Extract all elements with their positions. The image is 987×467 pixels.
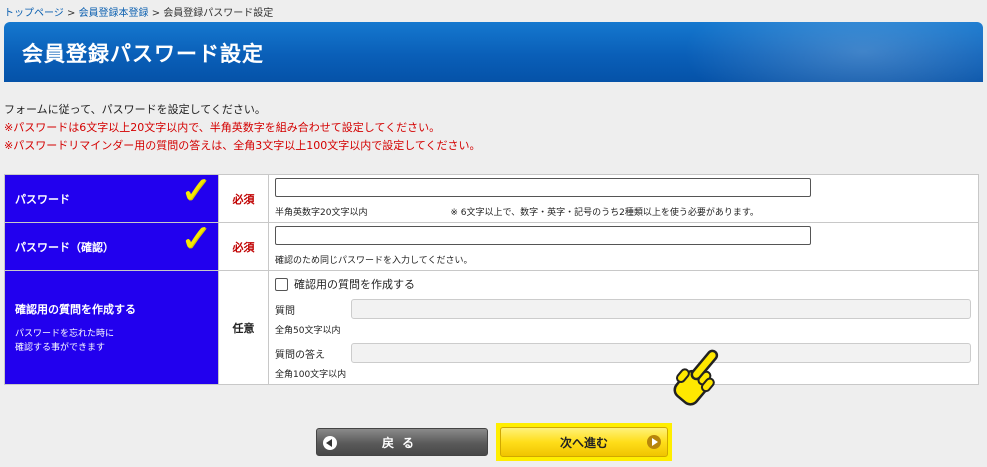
question-row: 質問 (275, 299, 972, 319)
question-checkbox-row[interactable]: 確認用の質問を作成する (275, 276, 972, 292)
page-title: 会員登録パスワード設定 (22, 42, 264, 66)
password-label: パスワード (15, 192, 70, 206)
question-field-label: 質問 (275, 305, 295, 317)
form-row-password-confirm: パスワード（確認） ✓ 必須 確認のため同じパスワードを入力してください。 (4, 219, 979, 271)
question-label-cell: 確認用の質問を作成する パスワードを忘れた時に 確認する事ができます (4, 270, 219, 385)
back-button[interactable]: 戻る (316, 428, 488, 456)
password-confirm-label: パスワード（確認） (15, 240, 114, 254)
password-input-cell: 半角英数字20文字以内 ※ 6文字以上で、数字・英字・記号のうち2種類以上を使う… (268, 174, 979, 223)
password-confirm-label-cell: パスワード（確認） ✓ (4, 219, 219, 271)
next-button-highlight: 次へ進む (496, 423, 672, 461)
intro-text: フォームに従って、パスワードを設定してください。 ※パスワードは6文字以上20文… (4, 101, 481, 155)
checkmark-icon: ✓ (180, 168, 212, 212)
arrow-left-icon (323, 436, 337, 450)
back-button-label: 戻る (381, 435, 422, 450)
pointing-hand-icon (673, 349, 719, 406)
breadcrumb-current: 会員登録パスワード設定 (163, 8, 274, 19)
answer-field-label: 質問の答え (275, 349, 325, 361)
checkmark-icon: ✓ (180, 216, 212, 260)
arrow-right-icon (647, 435, 661, 449)
question-label: 確認用の質問を作成する (15, 302, 136, 316)
password-confirm-required-badge: 必須 (218, 222, 269, 271)
password-input[interactable] (275, 178, 811, 197)
intro-warning-password: ※パスワードは6文字以上20文字以内で、半角英数字を組み合わせて設定してください… (4, 121, 441, 134)
breadcrumb-member-link[interactable]: 会員登録本登録 (79, 8, 149, 19)
question-optional-badge: 任意 (218, 270, 269, 385)
answer-row: 質問の答え (275, 343, 972, 363)
password-confirm-note: 確認のため同じパスワードを入力してください。 (275, 256, 473, 266)
intro-warning-question: ※パスワードリマインダー用の質問の答えは、全角3文字以上100文字以内で設定して… (4, 139, 481, 152)
password-form: パスワード ✓ 必須 半角英数字20文字以内 ※ 6文字以上で、数字・英字・記号… (4, 171, 979, 385)
password-confirm-input-cell: 確認のため同じパスワードを入力してください。 (268, 222, 979, 271)
question-note: 全角50文字以内 (275, 326, 341, 336)
password-note-left: 半角英数字20文字以内 (275, 208, 368, 218)
intro-line-1: フォームに従って、パスワードを設定してください。 (4, 103, 266, 116)
next-button[interactable]: 次へ進む (500, 427, 668, 457)
question-input-cell: 確認用の質問を作成する 質問 全角50文字以内 質問の答え 全角100文字以内 (268, 270, 979, 385)
password-note-right: ※ 6文字以上で、数字・英字・記号のうち2種類以上を使う必要があります。 (450, 208, 759, 218)
create-question-checkbox-label[interactable]: 確認用の質問を作成する (294, 276, 415, 292)
password-required-badge: 必須 (218, 174, 269, 223)
form-row-password: パスワード ✓ 必須 半角英数字20文字以内 ※ 6文字以上で、数字・英字・記号… (4, 171, 979, 223)
question-sublabel: パスワードを忘れた時に 確認する事ができます (15, 328, 115, 353)
breadcrumb: トップページ > 会員登録本登録 > 会員登録パスワード設定 (4, 8, 274, 19)
password-notes: 半角英数字20文字以内 ※ 6文字以上で、数字・英字・記号のうち2種類以上を使う… (275, 205, 972, 218)
breadcrumb-home-link[interactable]: トップページ (4, 8, 64, 19)
question-input[interactable] (351, 299, 971, 319)
answer-note: 全角100文字以内 (275, 370, 347, 380)
next-button-label: 次へ進む (559, 435, 608, 450)
create-question-checkbox[interactable] (275, 277, 288, 291)
password-confirm-input[interactable] (275, 226, 811, 245)
page-title-bar: 会員登録パスワード設定 (4, 22, 983, 82)
form-row-question: 確認用の質問を作成する パスワードを忘れた時に 確認する事ができます 任意 確認… (4, 270, 979, 385)
